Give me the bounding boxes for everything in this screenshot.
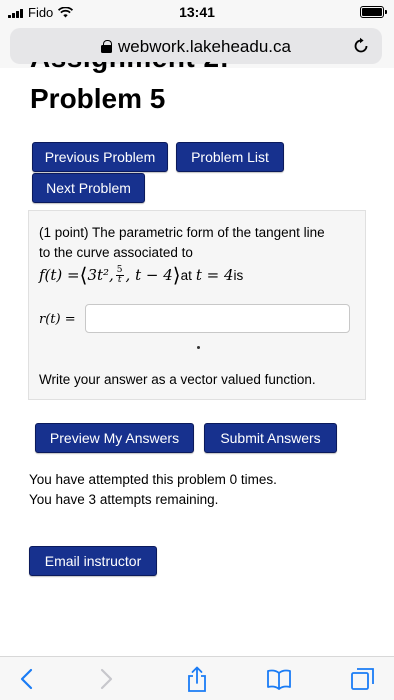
- problem-statement: (1 point) The parametric form of the tan…: [39, 225, 325, 260]
- reload-icon[interactable]: [352, 37, 370, 55]
- next-problem-button[interactable]: Next Problem: [32, 173, 145, 203]
- attempts-count: You have attempted this problem 0 times.: [29, 472, 277, 487]
- battery-icon: [360, 6, 387, 18]
- back-arrow-icon[interactable]: [15, 666, 41, 692]
- url-text: webwork.lakeheadu.ca: [118, 37, 291, 56]
- status-bar: Fido 13:41: [0, 0, 394, 24]
- page-title: Problem 5: [30, 83, 166, 114]
- tabs-icon[interactable]: [350, 666, 376, 692]
- problem-box: (1 point) The parametric form of the tan…: [28, 210, 366, 400]
- fraction: 5 t: [115, 264, 124, 285]
- answer-label: r(t) =: [39, 312, 76, 327]
- attempts-remaining: You have 3 attempts remaining.: [29, 492, 219, 507]
- clipped-heading: Assignment 2:: [30, 62, 330, 74]
- lock-icon: [101, 40, 113, 53]
- forward-arrow-icon[interactable]: [92, 666, 118, 692]
- answer-input[interactable]: [85, 304, 350, 333]
- previous-problem-button[interactable]: Previous Problem: [32, 142, 168, 172]
- address-bar[interactable]: webwork.lakeheadu.ca: [10, 28, 382, 64]
- submit-answers-button[interactable]: Submit Answers: [204, 423, 337, 453]
- problem-formula: f(t) = ⟨ 3t², 5 t , t − 4 ⟩ at t = 4 is: [39, 263, 244, 287]
- answer-hint: Write your answer as a vector valued fun…: [39, 372, 316, 387]
- status-time: 13:41: [179, 4, 215, 20]
- bookmarks-icon[interactable]: [266, 666, 292, 692]
- email-instructor-button[interactable]: Email instructor: [29, 546, 157, 576]
- problem-list-button[interactable]: Problem List: [176, 142, 284, 172]
- share-icon[interactable]: [184, 666, 210, 692]
- browser-toolbar: [0, 656, 394, 700]
- preview-answers-button[interactable]: Preview My Answers: [35, 423, 194, 453]
- loading-dot: [197, 346, 200, 349]
